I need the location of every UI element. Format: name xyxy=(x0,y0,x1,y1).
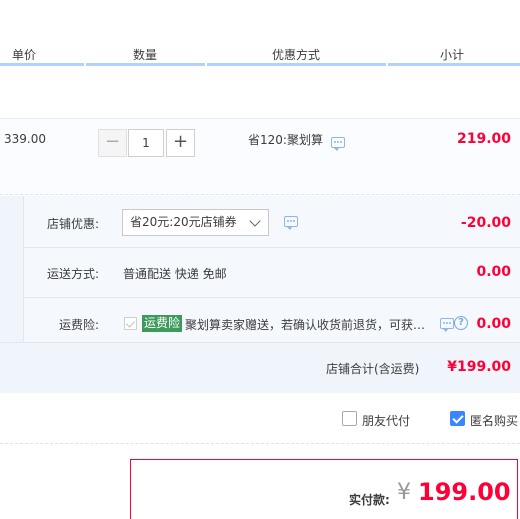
shop-total-amount: ¥199.00 xyxy=(447,359,511,375)
coupon-select[interactable]: 省20元:20元店铺券 xyxy=(122,209,269,236)
help-icon[interactable]: ? xyxy=(454,316,468,330)
chevron-down-icon xyxy=(249,215,261,227)
quantity-increase-button[interactable]: + xyxy=(166,129,195,157)
item-subtotal: 219.00 xyxy=(456,131,511,147)
col-promotion: 优惠方式 xyxy=(272,48,321,62)
friend-pay-checkbox[interactable] xyxy=(342,411,357,426)
col-subtotal: 小计 xyxy=(440,48,465,62)
quantity-input[interactable]: 1 xyxy=(128,129,164,157)
divider xyxy=(0,443,520,444)
shipping-label: 运送方式: xyxy=(47,267,100,281)
shipping-method: 普通配送 快递 免邮 xyxy=(123,267,227,281)
insurance-badge: 运费险 xyxy=(142,315,183,332)
quantity-decrease-button[interactable]: − xyxy=(98,129,127,157)
chat-icon[interactable] xyxy=(440,318,454,332)
order-table-header: 单价 数量 优惠方式 小计 xyxy=(0,0,520,66)
header-underline xyxy=(207,63,386,66)
promotion-text: 省120:聚划算 xyxy=(248,133,323,147)
currency-symbol: ¥ xyxy=(397,480,411,505)
unit-price: 339.00 xyxy=(4,132,46,146)
anonymous-purchase-checkbox[interactable] xyxy=(450,411,465,426)
header-underline xyxy=(388,63,520,66)
header-underline xyxy=(86,63,205,66)
shop-discount-amount: -20.00 xyxy=(460,215,511,231)
final-payment-amount: 199.00 xyxy=(418,478,511,506)
divider xyxy=(23,247,520,248)
chat-icon[interactable] xyxy=(331,137,345,151)
shop-total-label: 店铺合计(含运费) xyxy=(326,362,420,376)
shop-discount-label: 店铺优惠: xyxy=(47,217,100,231)
col-quantity: 数量 xyxy=(133,48,158,62)
insurance-description: 聚划算卖家赠送，若确认收货前退货，可获… xyxy=(185,318,426,332)
shipping-amount: 0.00 xyxy=(476,264,511,280)
coupon-selected-value: 省20元:20元店铺券 xyxy=(130,215,237,229)
divider xyxy=(23,297,520,298)
divider xyxy=(0,342,520,343)
friend-pay-label[interactable]: 朋友代付 xyxy=(362,412,410,429)
anonymous-purchase-label[interactable]: 匿名购买 xyxy=(470,412,518,429)
insurance-amount: 0.00 xyxy=(476,316,511,332)
col-unit-price: 单价 xyxy=(12,48,37,62)
insurance-checkbox xyxy=(124,317,137,330)
order-item-row xyxy=(0,118,520,195)
chat-icon[interactable] xyxy=(284,216,298,230)
final-payment-label: 实付款: xyxy=(349,493,390,507)
insurance-label: 运费险: xyxy=(59,318,100,332)
header-underline xyxy=(0,63,84,66)
